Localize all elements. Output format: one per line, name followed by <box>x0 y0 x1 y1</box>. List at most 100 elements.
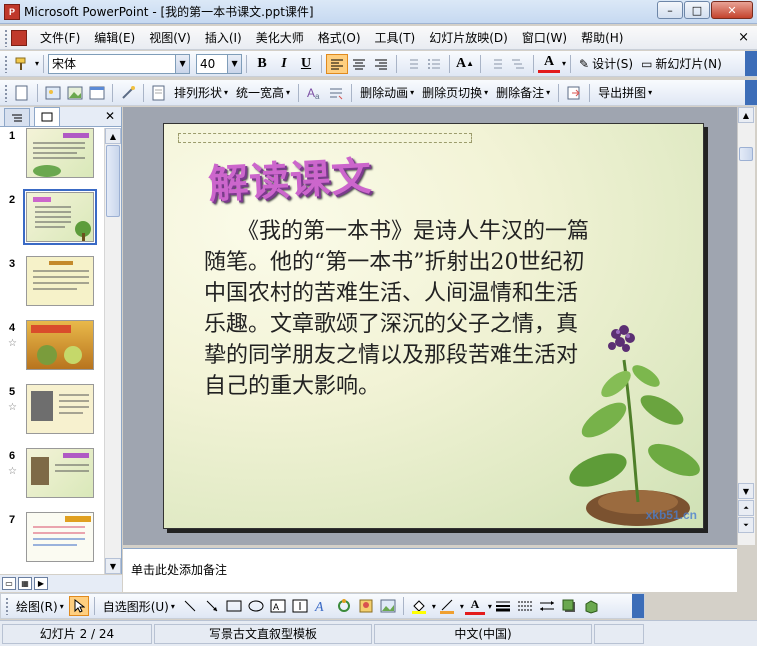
magic-wand-icon[interactable] <box>118 83 138 103</box>
normal-view-icon[interactable]: ▭ <box>2 577 16 590</box>
arrange-shapes-menu[interactable]: 排列形状 ▾ <box>170 84 232 101</box>
slide-thumbnail[interactable] <box>26 320 94 370</box>
slide-thumbnail[interactable] <box>26 448 94 498</box>
chevron-down-icon[interactable]: ▾ <box>562 59 566 68</box>
bold-button[interactable]: B <box>251 54 273 74</box>
delete-notes-menu[interactable]: 删除备注 ▾ <box>492 84 554 101</box>
slideshow-view-icon[interactable]: ▶ <box>34 577 48 590</box>
slide-thumb-row[interactable]: 6 ☆ <box>0 448 104 512</box>
vertical-textbox-icon[interactable] <box>290 596 310 616</box>
diagram-icon[interactable] <box>334 596 354 616</box>
slide-sorter-view-icon[interactable]: ▦ <box>18 577 32 590</box>
delete-animation-menu[interactable]: 删除动画 ▾ <box>356 84 418 101</box>
menu-view[interactable]: 视图(V) <box>142 27 198 48</box>
slide-body-text[interactable]: 《我的第一本书》是诗人牛汉的一篇随笔。他的“第一本书”折射出20世纪初中国农村的… <box>204 216 594 402</box>
increase-indent-button[interactable] <box>507 54 529 74</box>
textbox-icon[interactable]: A <box>268 596 288 616</box>
draw-menu[interactable]: 绘图(R) ▾ <box>12 598 68 615</box>
tab-slides[interactable] <box>34 107 60 126</box>
numbering-button[interactable] <box>401 54 423 74</box>
arrow-style-icon[interactable] <box>537 596 557 616</box>
chevron-down-icon[interactable]: ▾ <box>488 602 492 611</box>
close-button[interactable]: ✕ <box>711 1 753 19</box>
autoshapes-menu[interactable]: 自选图形(U) ▾ <box>99 598 179 615</box>
menu-tools[interactable]: 工具(T) <box>368 27 423 48</box>
slide-thumb-row[interactable]: 3 <box>0 256 104 320</box>
align-right-button[interactable] <box>370 54 392 74</box>
align-left-button[interactable] <box>326 53 349 74</box>
format-painter-icon[interactable] <box>12 54 32 74</box>
select-objects-icon[interactable] <box>68 596 89 616</box>
tab-outline[interactable] <box>4 108 30 126</box>
bullets-button[interactable] <box>423 54 445 74</box>
maximize-button[interactable]: □ <box>684 1 710 19</box>
underline-button[interactable]: U <box>295 54 317 74</box>
font-color-button[interactable]: A <box>538 54 561 73</box>
fill-color-icon[interactable] <box>409 596 429 616</box>
toolbar-grip[interactable] <box>4 28 8 47</box>
previous-slide-icon[interactable]: ⏶ <box>738 500 754 516</box>
current-slide[interactable]: 解读课文 《我的第一本书》是诗人牛汉的一篇随笔。他的“第一本书”折射出20世纪初… <box>163 123 704 529</box>
menu-format[interactable]: 格式(O) <box>311 27 368 48</box>
decrease-indent-button[interactable] <box>485 54 507 74</box>
slide-thumb-row[interactable]: 2 <box>0 189 104 256</box>
close-document-icon[interactable]: × <box>738 30 749 45</box>
close-panel-icon[interactable]: ✕ <box>105 109 115 123</box>
toolbar-options-button[interactable] <box>745 51 757 76</box>
list-edit-icon[interactable] <box>326 83 346 103</box>
oval-icon[interactable] <box>246 596 266 616</box>
font-color-icon[interactable]: A <box>464 597 485 615</box>
document-icon[interactable] <box>11 29 27 46</box>
toolbar-options-button[interactable] <box>745 80 757 105</box>
design-button[interactable]: ✎ 设计(S) <box>575 55 637 72</box>
slide-scrollbar[interactable]: ▲ ▼ ⏶ ⏷ <box>737 107 755 545</box>
slide-thumb-row[interactable]: 1 <box>0 128 104 192</box>
clipart-icon[interactable] <box>356 596 376 616</box>
notes-placeholder[interactable]: 单击此处添加备注 <box>131 561 227 578</box>
font-size-combo[interactable]: 40 ▼ <box>196 53 243 74</box>
font-name-combo[interactable]: 宋体 ▼ <box>48 53 191 74</box>
scroll-down-icon[interactable]: ▼ <box>738 483 754 499</box>
arrow-icon[interactable] <box>202 596 222 616</box>
slide-thumbnail[interactable] <box>26 128 94 178</box>
next-slide-icon[interactable]: ⏷ <box>738 517 754 533</box>
picture-icon[interactable] <box>43 83 63 103</box>
3d-style-icon[interactable] <box>581 596 601 616</box>
chevron-down-icon[interactable]: ▾ <box>460 602 464 611</box>
page-icon[interactable] <box>149 83 169 103</box>
empty-text-placeholder[interactable] <box>178 133 472 143</box>
line-icon[interactable] <box>180 596 200 616</box>
menu-edit[interactable]: 编辑(E) <box>87 27 142 48</box>
menu-window[interactable]: 窗口(W) <box>515 27 574 48</box>
scrollbar-thumb[interactable] <box>739 147 753 161</box>
unify-width-menu[interactable]: 统一宽高 ▾ <box>232 84 294 101</box>
slide-thumbnail[interactable] <box>26 384 94 434</box>
slide-title[interactable]: 解读课文 <box>207 144 374 211</box>
insert-picture-icon[interactable] <box>378 596 398 616</box>
scroll-up-icon[interactable]: ▲ <box>738 107 754 123</box>
export-icon[interactable] <box>564 83 584 103</box>
slide-thumbnail[interactable] <box>26 256 94 306</box>
menu-help[interactable]: 帮助(H) <box>574 27 630 48</box>
line-style-icon[interactable] <box>493 596 513 616</box>
italic-button[interactable]: I <box>273 54 295 74</box>
chevron-down-icon[interactable]: ▼ <box>227 54 242 73</box>
menu-beautify[interactable]: 美化大师 <box>249 27 311 48</box>
line-color-icon[interactable] <box>437 596 457 616</box>
thumbnails-scrollbar[interactable]: ▲ ▼ <box>104 128 121 574</box>
toolbar-grip[interactable] <box>4 83 8 102</box>
image-icon[interactable] <box>65 83 85 103</box>
minimize-button[interactable]: – <box>657 1 683 19</box>
chevron-down-icon[interactable]: ▾ <box>35 59 39 68</box>
slide-thumb-row[interactable]: 4 ☆ <box>0 320 104 384</box>
new-document-icon[interactable] <box>12 83 32 103</box>
slide-thumb-row[interactable]: 5 ☆ <box>0 384 104 448</box>
rectangle-icon[interactable] <box>224 596 244 616</box>
chevron-down-icon[interactable]: ▾ <box>432 602 436 611</box>
slide-thumb-row[interactable]: 7 <box>0 512 104 574</box>
menu-file[interactable]: 文件(F) <box>33 27 87 48</box>
menu-slideshow[interactable]: 幻灯片放映(D) <box>422 27 515 48</box>
export-collage-menu[interactable]: 导出拼图 ▾ <box>594 84 656 101</box>
align-center-button[interactable] <box>348 54 370 74</box>
notes-pane[interactable]: 单击此处添加备注 <box>123 548 737 592</box>
